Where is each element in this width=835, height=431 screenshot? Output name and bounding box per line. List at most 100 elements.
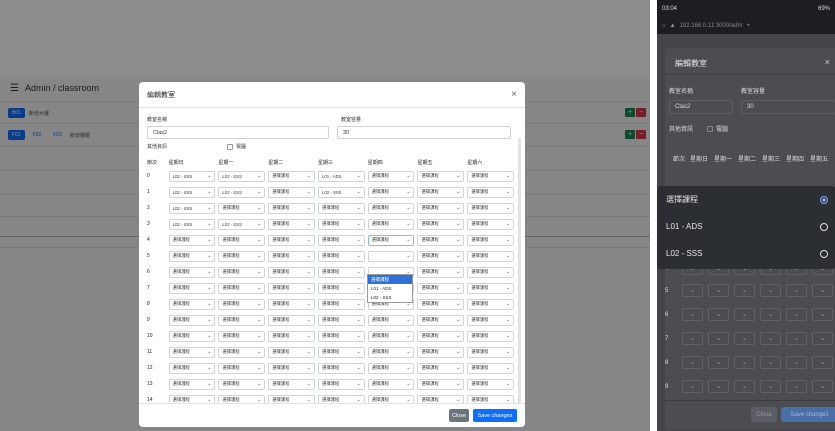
course-select[interactable]: 選擇課程⌄ <box>168 330 216 342</box>
phone-course-select[interactable]: ⌄ <box>708 332 729 345</box>
phone-capacity-input[interactable]: 30 <box>741 100 835 114</box>
course-select[interactable]: 選擇課程⌄ <box>268 218 315 230</box>
close-button[interactable]: Close <box>449 409 469 422</box>
course-select[interactable]: 選擇課程⌄ <box>417 394 465 403</box>
course-select[interactable]: 選擇課程⌄ <box>168 394 216 403</box>
course-select[interactable]: 選擇課程⌄ <box>417 234 465 246</box>
course-select[interactable]: 選擇課程⌄ <box>367 346 415 358</box>
phone-course-select[interactable]: ⌄ <box>812 308 833 321</box>
course-select[interactable]: 選擇課程⌄ <box>168 282 216 294</box>
course-select[interactable]: 選擇課程⌄ <box>467 298 515 310</box>
phone-course-select[interactable]: ⌄ <box>734 308 755 321</box>
course-select[interactable]: 選擇課程⌄ <box>367 362 415 374</box>
phone-course-select[interactable]: ⌄ <box>760 380 781 393</box>
course-select[interactable]: 選擇課程⌄ <box>268 378 315 390</box>
phone-course-select[interactable]: ⌄ <box>760 332 781 345</box>
phone-course-select[interactable]: ⌄ <box>812 380 833 393</box>
course-select[interactable]: 選擇課程⌄ <box>268 234 315 246</box>
dropdown-option[interactable]: L02 - SSS <box>368 293 412 302</box>
course-select[interactable]: 選擇課程⌄ <box>268 170 315 182</box>
course-select[interactable]: 選擇課程⌄ <box>168 234 216 246</box>
capacity-input[interactable]: 30 <box>337 126 511 139</box>
phone-course-select[interactable]: ⌄ <box>760 308 781 321</box>
course-select[interactable]: L02 - SSS ⌄ <box>218 218 266 230</box>
course-select[interactable]: 選擇課程⌄ <box>218 314 266 326</box>
course-select[interactable]: 選擇課程⌄ <box>417 346 465 358</box>
course-select[interactable]: 選擇課程⌄ <box>467 266 515 278</box>
course-select[interactable]: 選擇課程⌄ <box>168 314 216 326</box>
phone-computer-checkbox[interactable] <box>707 126 713 133</box>
phone-computer-wrap[interactable]: 電腦 <box>707 124 728 133</box>
course-select[interactable]: L02 - SSS ⌄ <box>168 202 216 214</box>
dropdown-option[interactable]: L01 - ADS <box>368 284 412 293</box>
course-select[interactable]: 選擇課程⌄ <box>367 186 415 198</box>
course-select[interactable]: 選擇課程⌄ <box>268 362 315 374</box>
course-select[interactable]: 選擇課程⌄ <box>367 170 415 182</box>
course-select[interactable]: 選擇課程⌄ <box>317 250 365 262</box>
course-select[interactable]: 選擇課程⌄ <box>467 314 515 326</box>
course-select[interactable]: 選擇課程⌄ <box>367 314 415 326</box>
course-select[interactable]: 選擇課程⌄ <box>317 202 365 214</box>
home-icon[interactable]: ⌂ <box>662 23 666 29</box>
course-select[interactable]: 選擇課程⌄ <box>168 378 216 390</box>
phone-course-select[interactable]: ⌄ <box>734 284 755 297</box>
course-select[interactable]: L02 - SSS ⌄ <box>168 170 216 182</box>
phone-course-select[interactable]: ⌄ <box>682 380 703 393</box>
course-select[interactable]: 選擇課程⌄ <box>317 314 365 326</box>
phone-course-select[interactable]: ⌄ <box>760 356 781 369</box>
computer-checkbox[interactable] <box>227 143 234 150</box>
course-select[interactable]: 選擇課程⌄ <box>317 346 365 358</box>
phone-course-select[interactable]: ⌄ <box>786 332 807 345</box>
phone-course-select[interactable]: ⌄ <box>682 356 703 369</box>
course-select[interactable]: 選擇課程⌄ <box>417 266 465 278</box>
course-select[interactable]: 選擇課程⌄ <box>317 362 365 374</box>
course-select[interactable]: 選擇課程⌄ <box>417 314 465 326</box>
course-select[interactable]: L02 - SSS ⌄ <box>168 186 216 198</box>
course-select[interactable]: 選擇課程⌄ <box>218 378 266 390</box>
course-select[interactable]: 選擇課程⌄ <box>417 250 465 262</box>
course-select[interactable]: 選擇課程⌄ <box>317 282 365 294</box>
dropdown-option[interactable]: 選擇課程 <box>368 275 412 284</box>
phone-course-select[interactable]: ⌄ <box>812 332 833 345</box>
course-select[interactable]: 選擇課程⌄ <box>467 170 515 182</box>
computer-checkbox-wrap[interactable]: 電腦 <box>227 143 246 150</box>
course-select[interactable]: 選擇課程⌄ <box>317 298 365 310</box>
course-select[interactable]: L01 - ADS ⌄ <box>317 170 365 182</box>
phone-course-select[interactable]: ⌄ <box>812 284 833 297</box>
course-select[interactable]: L02 - SSS ⌄ <box>218 170 266 182</box>
modal-scrollbar[interactable] <box>518 138 521 403</box>
course-select[interactable]: 選擇課程⌄ <box>218 234 266 246</box>
phone-course-select[interactable]: ⌄ <box>708 380 729 393</box>
course-select[interactable]: 選擇課程⌄ <box>218 362 266 374</box>
phone-course-select[interactable]: ⌄ <box>734 332 755 345</box>
course-select[interactable]: 選擇課程⌄ <box>367 330 415 342</box>
course-select[interactable]: 選擇課程⌄ <box>367 202 415 214</box>
phone-course-select[interactable]: ⌄ <box>812 356 833 369</box>
phone-course-select[interactable]: ⌄ <box>734 356 755 369</box>
course-select[interactable]: 選擇課程⌄ <box>317 218 365 230</box>
new-tab-icon[interactable]: + <box>747 23 751 29</box>
course-select[interactable]: 選擇課程⌄ <box>268 394 315 403</box>
course-select[interactable]: 選擇課程⌄ <box>268 298 315 310</box>
course-select[interactable]: 選擇課程⌄ <box>417 378 465 390</box>
course-select[interactable]: 選擇課程⌄ <box>417 282 465 294</box>
course-select[interactable]: 選擇課程⌄ <box>467 282 515 294</box>
course-select[interactable]: 選擇課程⌄ <box>467 394 515 403</box>
course-select[interactable]: 選擇課程⌄ <box>417 186 465 198</box>
phone-course-select[interactable]: ⌄ <box>682 308 703 321</box>
course-select[interactable]: ⌄ <box>367 250 415 262</box>
course-select[interactable]: 選擇課程⌄ <box>467 218 515 230</box>
course-select[interactable]: 選擇課程⌄ <box>218 394 266 403</box>
course-select[interactable]: 選擇課程⌄ <box>317 378 365 390</box>
phone-course-select[interactable]: ⌄ <box>760 284 781 297</box>
course-select[interactable]: L02 - SSS ⌄ <box>168 218 216 230</box>
course-select[interactable]: 選擇課程⌄ <box>317 234 365 246</box>
course-select[interactable]: 選擇課程⌄ <box>417 362 465 374</box>
course-select[interactable]: 選擇課程⌄ <box>168 346 216 358</box>
course-select[interactable]: 選擇課程⌄ <box>317 394 365 403</box>
course-select[interactable]: 選擇課程⌄ <box>268 346 315 358</box>
name-input[interactable]: Clas2 <box>147 126 329 139</box>
course-select[interactable]: 選擇課程⌄ <box>218 250 266 262</box>
phone-course-select[interactable]: ⌄ <box>682 332 703 345</box>
course-select[interactable]: 選擇課程⌄ <box>168 362 216 374</box>
